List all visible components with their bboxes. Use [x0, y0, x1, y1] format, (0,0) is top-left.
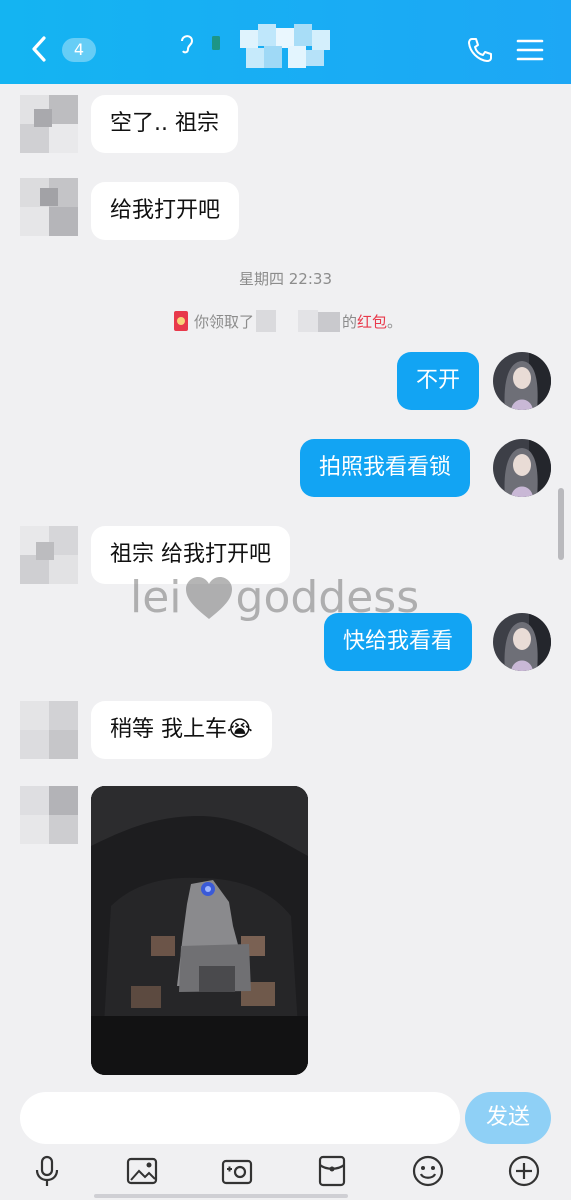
message-timestamp: 星期四 22:33	[239, 270, 332, 288]
redpacket-icon	[174, 311, 188, 331]
user-avatar[interactable]	[493, 352, 551, 410]
message-input[interactable]	[20, 1092, 460, 1144]
earpiece-icon	[181, 35, 194, 54]
back-chevron-icon[interactable]	[28, 34, 50, 64]
message-bubble-incoming[interactable]: 给我打开吧	[91, 182, 240, 240]
message-bubble-incoming[interactable]: 空了.. 祖宗	[91, 95, 238, 153]
chat-header: 4	[0, 0, 571, 84]
home-indicator	[94, 1194, 348, 1198]
watermark-left: lei	[130, 572, 182, 623]
redpacket-icon[interactable]	[315, 1154, 349, 1188]
redpacket-notice: 你领取了 的 红包 。	[174, 306, 402, 336]
redpacket-suffix: 的	[342, 312, 358, 331]
phone-call-icon[interactable]	[466, 36, 494, 64]
chat-scrollbar[interactable]	[558, 488, 564, 560]
emoji-icon[interactable]	[411, 1154, 445, 1188]
send-button[interactable]: 发送	[465, 1092, 551, 1144]
message-bubble-incoming[interactable]: 稍等 我上车😭	[91, 701, 272, 759]
redpacket-end: 。	[387, 312, 403, 331]
user-avatar[interactable]	[493, 439, 551, 497]
image-icon[interactable]	[125, 1154, 159, 1188]
heart-icon	[185, 576, 232, 619]
contact-avatar[interactable]	[20, 95, 78, 153]
user-avatar[interactable]	[493, 613, 551, 671]
message-bubble-outgoing[interactable]: 不开	[397, 352, 480, 410]
contact-avatar[interactable]	[20, 701, 78, 759]
plus-icon[interactable]	[507, 1154, 541, 1188]
sender-name-mosaic	[256, 310, 341, 332]
message-bubble-outgoing[interactable]: 拍照我看看锁	[300, 439, 471, 497]
unread-count-badge[interactable]: 4	[62, 38, 96, 62]
menu-icon[interactable]	[516, 38, 544, 62]
contact-avatar[interactable]	[20, 526, 78, 584]
device-status-icon	[212, 36, 220, 50]
redpacket-link[interactable]: 红包	[357, 311, 387, 332]
redpacket-prefix: 你领取了	[194, 312, 255, 331]
microphone-icon[interactable]	[30, 1154, 64, 1188]
contact-avatar[interactable]	[20, 178, 78, 236]
camera-icon[interactable]	[220, 1154, 254, 1188]
message-bubble-outgoing[interactable]: 快给我看看	[324, 613, 473, 671]
photo-message[interactable]	[91, 786, 308, 1075]
contact-avatar[interactable]	[20, 786, 78, 844]
contact-name-mosaic	[240, 24, 330, 70]
